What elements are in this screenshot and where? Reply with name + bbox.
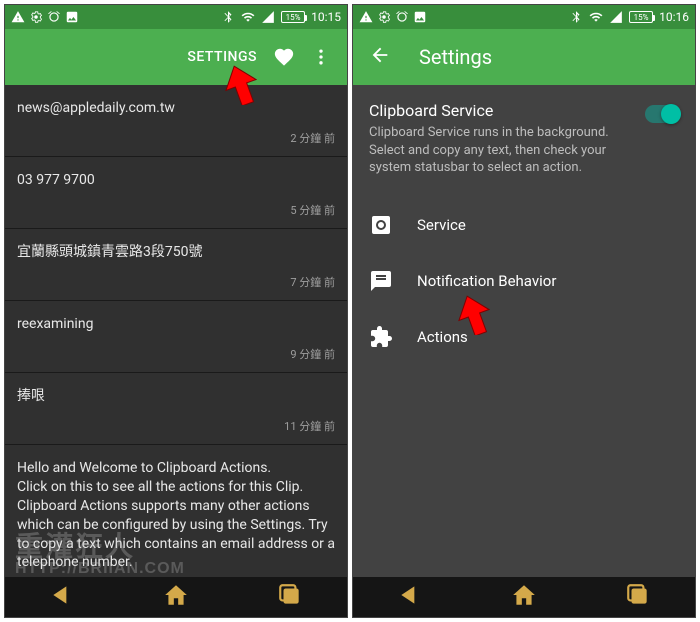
clip-time: 5 分鐘 前 bbox=[17, 202, 335, 218]
list-item[interactable]: news@appledaily.com.tw 2 分鐘 前 bbox=[5, 85, 347, 157]
image-icon bbox=[65, 10, 79, 24]
bluetooth-icon bbox=[569, 10, 583, 24]
message-icon bbox=[369, 269, 393, 293]
list-item[interactable]: 捧哏 11 分鐘 前 bbox=[5, 373, 347, 445]
clip-text: Hello and Welcome to Clipboard Actions. … bbox=[17, 459, 335, 572]
settings-button[interactable]: SETTINGS bbox=[179, 41, 265, 73]
recents-nav-button[interactable] bbox=[625, 582, 651, 612]
settings-item-notification[interactable]: Notification Behavior bbox=[369, 253, 679, 309]
clip-time: 9 分鐘 前 bbox=[17, 346, 335, 362]
list-item[interactable]: 宜蘭縣頭城鎮青雲路3段750號 7 分鐘 前 bbox=[5, 229, 347, 301]
clip-text: 03 977 9700 bbox=[17, 171, 335, 190]
list-item[interactable]: Hello and Welcome to Clipboard Actions. … bbox=[5, 445, 347, 577]
back-triangle-icon bbox=[397, 582, 423, 608]
section-title: Clipboard Service bbox=[369, 101, 633, 120]
list-item[interactable]: reexamining 9 分鐘 前 bbox=[5, 301, 347, 373]
battery-indicator: 15% bbox=[629, 11, 653, 23]
overflow-button[interactable] bbox=[303, 39, 339, 75]
home-icon bbox=[163, 582, 189, 608]
bluetooth-icon bbox=[221, 10, 235, 24]
settings-item-label: Service bbox=[417, 216, 466, 234]
settings-content: Clipboard Service Clipboard Service runs… bbox=[353, 85, 695, 577]
list-item[interactable]: 03 977 9700 5 分鐘 前 bbox=[5, 157, 347, 229]
more-vert-icon bbox=[311, 47, 331, 67]
image-icon bbox=[413, 10, 427, 24]
clip-time: 2 分鐘 前 bbox=[17, 130, 335, 146]
clip-time: 7 分鐘 前 bbox=[17, 274, 335, 290]
section-desc: Clipboard Service runs in the background… bbox=[369, 124, 633, 177]
settings-item-label: Notification Behavior bbox=[417, 272, 556, 290]
clip-text: 捧哏 bbox=[17, 387, 335, 406]
settings-status-icon bbox=[29, 10, 43, 24]
warning-icon bbox=[359, 10, 373, 24]
service-toggle[interactable] bbox=[645, 105, 679, 123]
extension-icon bbox=[369, 325, 393, 349]
heart-icon bbox=[273, 46, 295, 68]
settings-item-label: Actions bbox=[417, 328, 468, 346]
clip-text: reexamining bbox=[17, 315, 335, 334]
signal-icon bbox=[261, 10, 275, 24]
clip-time: 11 分鐘 前 bbox=[17, 418, 335, 434]
favorite-button[interactable] bbox=[265, 38, 303, 76]
battery-indicator: 15% bbox=[281, 11, 305, 23]
back-triangle-icon bbox=[49, 582, 75, 608]
wifi-icon bbox=[589, 10, 603, 24]
wifi-icon bbox=[241, 10, 255, 24]
app-bar: SETTINGS bbox=[5, 29, 347, 85]
recents-icon bbox=[625, 582, 651, 608]
settings-item-service[interactable]: Service bbox=[369, 197, 679, 253]
warning-icon bbox=[11, 10, 25, 24]
app-bar: Settings bbox=[353, 29, 695, 85]
home-icon bbox=[511, 582, 537, 608]
arrow-back-icon bbox=[369, 44, 391, 66]
navigation-bar bbox=[353, 577, 695, 617]
gear-box-icon bbox=[369, 213, 393, 237]
recents-nav-button[interactable] bbox=[277, 582, 303, 612]
back-button[interactable] bbox=[361, 36, 399, 78]
right-phone: 15% 10:16 Settings Clipboard Service Cli… bbox=[352, 4, 696, 618]
clip-text: news@appledaily.com.tw bbox=[17, 99, 335, 118]
clip-text: 宜蘭縣頭城鎮青雲路3段750號 bbox=[17, 243, 335, 262]
home-nav-button[interactable] bbox=[163, 582, 189, 612]
clip-list: news@appledaily.com.tw 2 分鐘 前 03 977 9700… bbox=[5, 85, 347, 577]
status-bar: 15% 10:16 bbox=[353, 5, 695, 29]
back-nav-button[interactable] bbox=[397, 582, 423, 612]
navigation-bar bbox=[5, 577, 347, 617]
page-title: Settings bbox=[419, 45, 492, 69]
alarm-icon bbox=[395, 10, 409, 24]
status-bar: 15% 10:15 bbox=[5, 5, 347, 29]
home-nav-button[interactable] bbox=[511, 582, 537, 612]
settings-status-icon bbox=[377, 10, 391, 24]
clock: 10:16 bbox=[659, 10, 689, 24]
settings-item-actions[interactable]: Actions bbox=[369, 309, 679, 365]
signal-icon bbox=[609, 10, 623, 24]
left-phone: 15% 10:15 SETTINGS news@appledaily.com.t… bbox=[4, 4, 348, 618]
back-nav-button[interactable] bbox=[49, 582, 75, 612]
clock: 10:15 bbox=[311, 10, 341, 24]
recents-icon bbox=[277, 582, 303, 608]
settings-header: Clipboard Service Clipboard Service runs… bbox=[369, 101, 679, 177]
alarm-icon bbox=[47, 10, 61, 24]
